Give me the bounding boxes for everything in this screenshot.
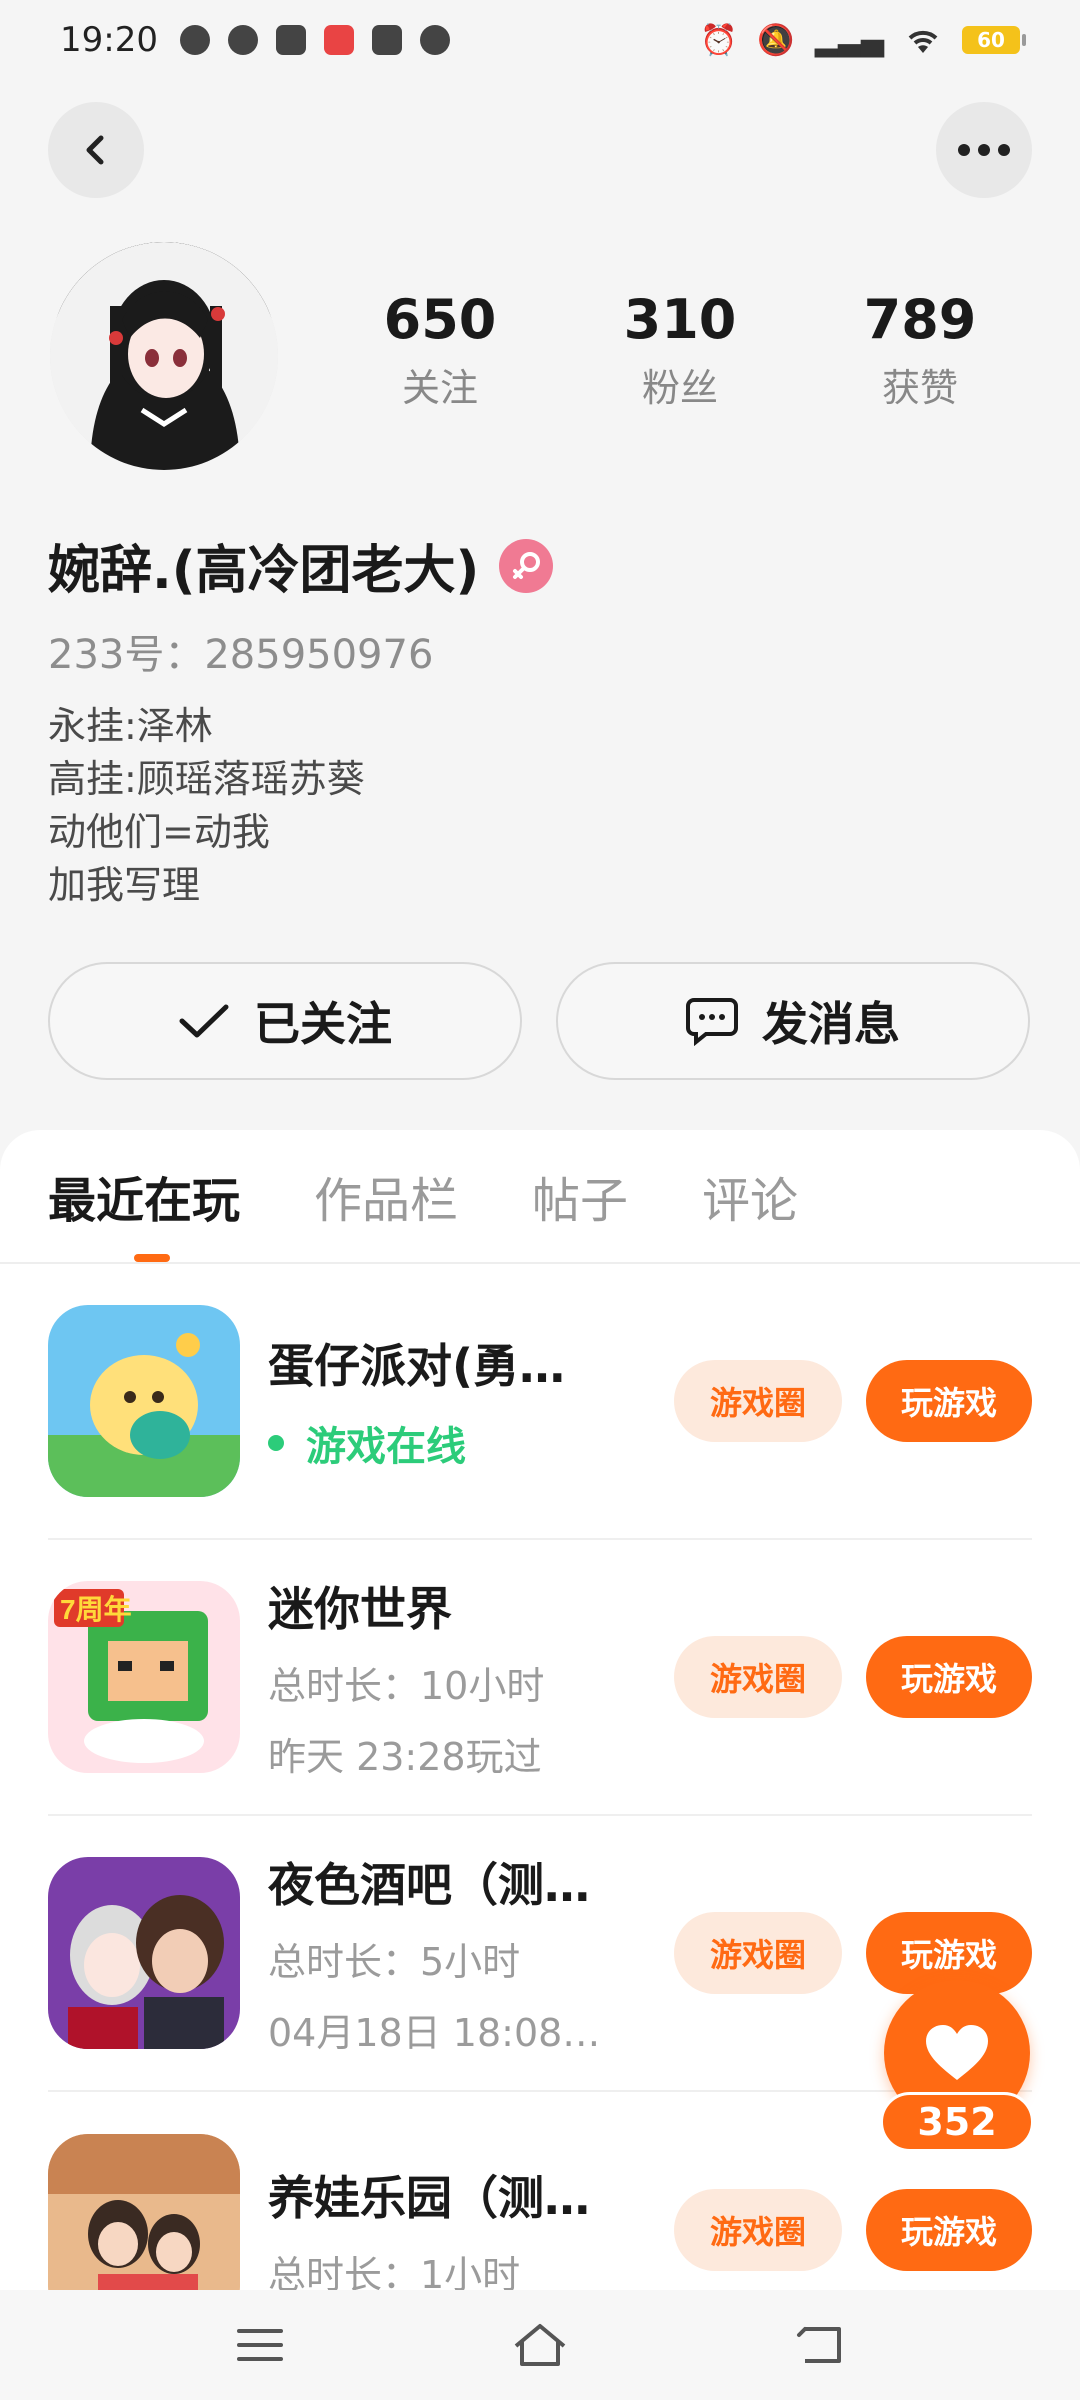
online-status-label: 游戏在线	[306, 1424, 466, 1470]
online-status: 游戏在线	[268, 1414, 652, 1472]
avatar-illustration	[50, 242, 278, 470]
game-title: 养娃乐园（测…	[268, 2170, 590, 2225]
following-count: 650	[383, 288, 497, 351]
tab-works[interactable]: 作品栏	[314, 1161, 458, 1231]
like-count: 352	[880, 2092, 1034, 2152]
female-gender-icon	[499, 538, 554, 593]
alarm-icon: ⏰	[700, 22, 738, 58]
menu-nav-button[interactable]	[220, 2315, 300, 2375]
back-nav-button[interactable]	[780, 2315, 860, 2375]
fans-count: 310	[623, 288, 737, 351]
status-time: 19:20	[60, 20, 158, 60]
tab-bar: 最近在玩 作品栏 帖子 评论	[0, 1130, 1080, 1264]
game-circle-button[interactable]: 游戏圈	[674, 1636, 842, 1718]
bio-line: 高挂:顾瑶落瑶苏葵	[48, 757, 365, 801]
mute-icon: 🔕	[757, 22, 795, 58]
back-button[interactable]	[48, 102, 144, 198]
play-game-button[interactable]: 玩游戏	[866, 1360, 1032, 1442]
home-icon	[514, 2324, 566, 2366]
game-playtime: 总时长：5小时	[268, 1940, 521, 1984]
game-last-played: 04月18日 18:08…	[268, 2011, 601, 2055]
battery-icon: 60	[962, 26, 1026, 54]
game-info: 夜色酒吧（测… 总时长：5小时 04月18日 18:08…	[268, 1849, 652, 2057]
game-playtime: 总时长：10小时	[268, 1664, 545, 1708]
bio: 永挂:泽林 高挂:顾瑶落瑶苏葵 动他们=动我 加我写理	[48, 700, 365, 912]
followed-button[interactable]: 已关注	[48, 962, 522, 1080]
app-icon	[275, 25, 306, 55]
profile-stats: 650 关注 310 粉丝 789 获赞	[360, 290, 1000, 412]
chevron-left-icon	[86, 135, 104, 165]
game-info: 养娃乐园（测… 总时长：1小时	[268, 2162, 652, 2291]
game-row[interactable]: 蛋仔派对(勇… 游戏在线 游戏圈 玩游戏	[48, 1264, 1032, 1540]
app-icon	[371, 25, 402, 55]
likes-label: 获赞	[881, 366, 958, 411]
stat-likes[interactable]: 789 获赞	[840, 290, 1000, 412]
status-bar: 19:20 ⏰ 🔕 ▂▃▄ 60	[0, 0, 1080, 80]
online-dot-icon	[268, 1435, 284, 1451]
game-icon-baby-park	[48, 2134, 240, 2290]
play-game-button[interactable]: 玩游戏	[866, 2189, 1032, 2271]
system-nav-bar	[0, 2290, 1080, 2400]
stat-following[interactable]: 650 关注	[360, 290, 520, 412]
signal-icon: ▂▃▄	[814, 22, 884, 58]
home-nav-button[interactable]	[500, 2315, 580, 2375]
tab-recent-played[interactable]: 最近在玩	[48, 1161, 240, 1231]
game-playtime: 总时长：1小时	[268, 2252, 521, 2291]
stat-fans[interactable]: 310 粉丝	[600, 290, 760, 412]
tab-comments[interactable]: 评论	[702, 1161, 798, 1231]
game-circle-button[interactable]: 游戏圈	[674, 1360, 842, 1442]
game-icon-mini-world: 7周年	[48, 1581, 240, 1773]
bio-line: 加我写理	[48, 863, 201, 907]
menu-icon	[237, 2329, 283, 2361]
app-icon	[227, 25, 258, 55]
bio-line: 永挂:泽林	[48, 704, 213, 748]
game-circle-button[interactable]: 游戏圈	[674, 2189, 842, 2271]
bio-line: 动他们=动我	[48, 810, 270, 854]
app-icon	[179, 25, 210, 55]
more-dots-icon	[958, 144, 1010, 156]
game-row[interactable]: 7周年 迷你世界 总时长：10小时 昨天 23:28玩过 游戏圈 玩游戏	[48, 1540, 1032, 1816]
heart-icon	[926, 2025, 988, 2080]
fans-label: 粉丝	[641, 366, 718, 411]
app-icon	[419, 25, 450, 55]
chat-bubble-icon	[686, 998, 738, 1046]
game-circle-button[interactable]: 游戏圈	[674, 1912, 842, 1994]
likes-count: 789	[863, 288, 977, 351]
more-button[interactable]	[936, 102, 1032, 198]
game-title: 夜色酒吧（测…	[268, 1858, 590, 1912]
user-id: 233号：285950976	[48, 632, 434, 678]
avatar[interactable]	[50, 242, 278, 470]
game-title: 蛋仔派对(勇…	[268, 1339, 566, 1393]
game-last-played: 昨天 23:28玩过	[268, 1735, 542, 1779]
send-message-button[interactable]: 发消息	[556, 962, 1030, 1080]
send-message-label: 发消息	[762, 997, 900, 1051]
game-title: 迷你世界	[268, 1582, 452, 1636]
play-game-button[interactable]: 玩游戏	[866, 1636, 1032, 1718]
game-icon-night-bar	[48, 1857, 240, 2049]
svg-text:7周年: 7周年	[60, 1593, 132, 1625]
wifi-icon	[908, 30, 938, 53]
followed-label: 已关注	[254, 997, 392, 1051]
following-label: 关注	[401, 366, 478, 411]
app-icon	[323, 25, 354, 55]
back-icon	[797, 2327, 841, 2363]
notification-icons	[179, 25, 450, 55]
tab-posts[interactable]: 帖子	[532, 1161, 628, 1231]
nickname-row: 婉辞.(高冷团老大)	[48, 528, 554, 603]
nickname: 婉辞.(高冷团老大)	[48, 541, 480, 601]
game-info: 迷你世界 总时长：10小时 昨天 23:28玩过	[268, 1573, 652, 1781]
game-info: 蛋仔派对(勇… 游戏在线	[268, 1330, 652, 1472]
check-icon	[179, 1004, 229, 1038]
active-tab-indicator	[134, 1254, 170, 1262]
game-icon-eggy-party	[48, 1305, 240, 1497]
